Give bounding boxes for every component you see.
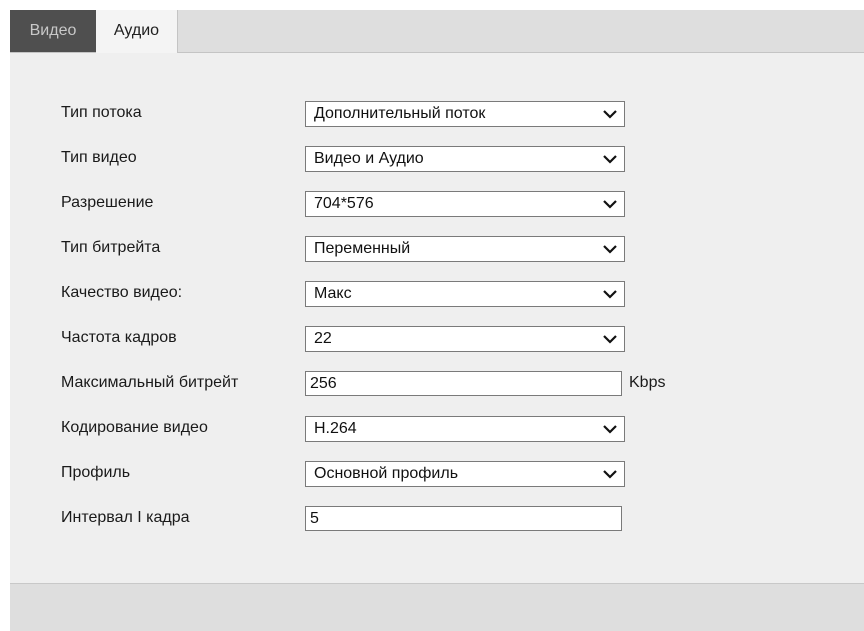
bitrate-type-label: Тип битрейта — [61, 239, 161, 256]
stream-type-label: Тип потока — [61, 104, 142, 121]
chevron-down-icon — [603, 245, 617, 254]
chevron-down-icon — [603, 200, 617, 209]
max-bitrate-unit: Kbps — [629, 374, 666, 391]
profile-value: Основной профиль — [314, 465, 459, 482]
profile-label: Профиль — [61, 464, 131, 481]
resolution-select[interactable]: 704*576 — [305, 191, 625, 217]
i-frame-interval-label: Интервал I кадра — [61, 509, 190, 526]
bitrate-type-select[interactable]: Переменный — [305, 236, 625, 262]
video-encoding-value: H.264 — [314, 420, 357, 437]
max-bitrate-input[interactable]: 256 — [305, 371, 622, 396]
max-bitrate-value: 256 — [310, 375, 337, 392]
video-quality-value: Макс — [314, 285, 352, 302]
chevron-down-icon — [603, 110, 617, 119]
video-quality-select[interactable]: Макс — [305, 281, 625, 307]
video-encoding-label: Кодирование видео — [61, 419, 208, 436]
video-encoding-select[interactable]: H.264 — [305, 416, 625, 442]
stream-type-value: Дополнительный поток — [314, 105, 486, 122]
max-bitrate-label: Максимальный битрейт — [61, 374, 239, 391]
resolution-value: 704*576 — [314, 195, 374, 212]
chevron-down-icon — [603, 470, 617, 479]
tab-bar: Видео Аудио — [10, 10, 864, 53]
frame-rate-label: Частота кадров — [61, 329, 177, 346]
tab-video[interactable]: Видео — [10, 10, 96, 52]
video-type-label: Тип видео — [61, 149, 137, 166]
video-quality-label: Качество видео: — [61, 284, 183, 301]
chevron-down-icon — [603, 425, 617, 434]
video-settings-panel — [10, 53, 864, 584]
video-type-select[interactable]: Видео и Аудио — [305, 146, 625, 172]
video-type-value: Видео и Аудио — [314, 150, 424, 167]
chevron-down-icon — [603, 155, 617, 164]
frame-rate-value: 22 — [314, 330, 332, 347]
stream-type-select[interactable]: Дополнительный поток — [305, 101, 625, 127]
bitrate-type-value: Переменный — [314, 240, 411, 257]
chevron-down-icon — [603, 335, 617, 344]
frame-rate-select[interactable]: 22 — [305, 326, 625, 352]
chevron-down-icon — [603, 290, 617, 299]
i-frame-interval-value: 5 — [310, 510, 319, 527]
profile-select[interactable]: Основной профиль — [305, 461, 625, 487]
i-frame-interval-input[interactable]: 5 — [305, 506, 622, 531]
tab-audio[interactable]: Аудио — [96, 10, 178, 53]
resolution-label: Разрешение — [61, 194, 154, 211]
